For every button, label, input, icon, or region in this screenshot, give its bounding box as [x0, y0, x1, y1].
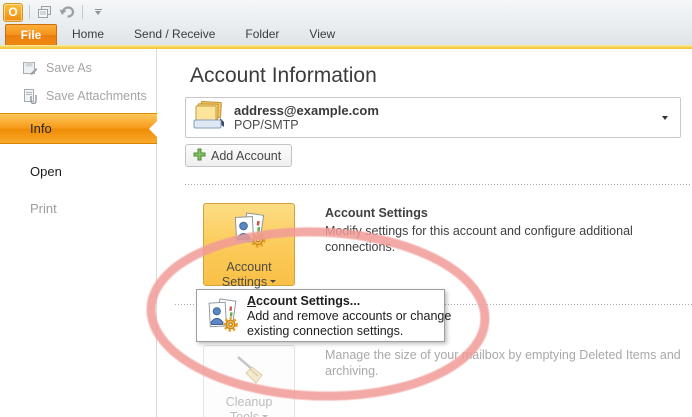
outlook-backstage-window: O File: [0, 0, 692, 417]
cleanup-broom-icon: [232, 352, 266, 391]
section-divider: [185, 184, 692, 185]
page-title: Account Information: [190, 64, 377, 88]
account-settings-menu: Account Settings... Add and remove accou…: [196, 289, 445, 342]
menu-item-description: Add and remove accounts or change existi…: [247, 309, 451, 339]
tab-folder[interactable]: Folder: [230, 24, 294, 45]
account-settings-button-label: Settings: [222, 275, 267, 290]
ribbon-tab-row: File Home Send / Receive Folder View: [0, 24, 692, 46]
add-plus-icon: [193, 148, 206, 164]
customize-toolbar-icon[interactable]: [89, 3, 107, 21]
account-settings-description: Modify settings for this account and con…: [325, 224, 633, 255]
account-settings-icon: [204, 298, 240, 339]
outlook-logo-icon[interactable]: O: [3, 3, 23, 22]
account-email: address@example.com: [234, 103, 379, 118]
save-as-icon: [22, 60, 38, 76]
menu-item-account-settings[interactable]: Account Settings...: [247, 294, 360, 308]
chevron-down-icon[interactable]: [662, 116, 668, 120]
sidebar-item-save-attachments[interactable]: Save Attachments: [0, 86, 157, 106]
sidebar-item-label: Open: [0, 164, 62, 179]
add-account-label: Add Account: [211, 149, 281, 163]
account-settings-icon: [230, 212, 268, 255]
account-protocol: POP/SMTP: [234, 118, 379, 132]
cleanup-tools-button[interactable]: Cleanup Tools: [203, 345, 295, 417]
mailbox-cleanup-description: Manage the size of your mailbox by empty…: [325, 347, 681, 379]
account-settings-heading: Account Settings: [325, 206, 428, 220]
sidebar-item-open[interactable]: Open: [0, 160, 157, 182]
add-account-button[interactable]: Add Account: [185, 144, 292, 167]
chevron-down-icon: [270, 280, 276, 283]
sidebar-item-print[interactable]: Print: [0, 197, 157, 219]
quick-access-toolbar: O: [0, 3, 107, 22]
tab-view[interactable]: View: [294, 24, 350, 45]
tab-send-receive[interactable]: Send / Receive: [119, 24, 230, 45]
cleanup-tools-label: Cleanup: [226, 395, 273, 410]
tab-home[interactable]: Home: [57, 24, 119, 45]
selected-item-notch: [149, 120, 158, 138]
save-attachments-icon: [22, 88, 38, 104]
account-texts: address@example.com POP/SMTP: [234, 103, 379, 132]
toolbar-separator: [29, 5, 30, 19]
sidebar-item-info[interactable]: Info: [0, 113, 157, 144]
title-bar: O: [0, 0, 692, 24]
sidebar-item-label: Print: [0, 201, 57, 216]
account-settings-button-label: Account: [226, 260, 271, 275]
account-card-file-icon: [192, 100, 226, 135]
sidebar-item-label: Info: [0, 121, 52, 136]
sidebar-item-label: Save As: [0, 61, 92, 75]
sidebar-item-save-as[interactable]: Save As: [0, 58, 157, 78]
toolbar-separator: [82, 5, 83, 19]
backstage-sidebar: Save As Save Attachments Info Open Print: [0, 49, 157, 417]
tab-file[interactable]: File: [5, 24, 57, 45]
cleanup-tools-label: Tools: [230, 410, 259, 417]
account-settings-button[interactable]: Account Settings: [203, 203, 295, 286]
send-receive-icon[interactable]: [36, 3, 54, 21]
undo-icon[interactable]: [58, 3, 76, 21]
account-selector-dropdown[interactable]: address@example.com POP/SMTP: [185, 97, 681, 138]
